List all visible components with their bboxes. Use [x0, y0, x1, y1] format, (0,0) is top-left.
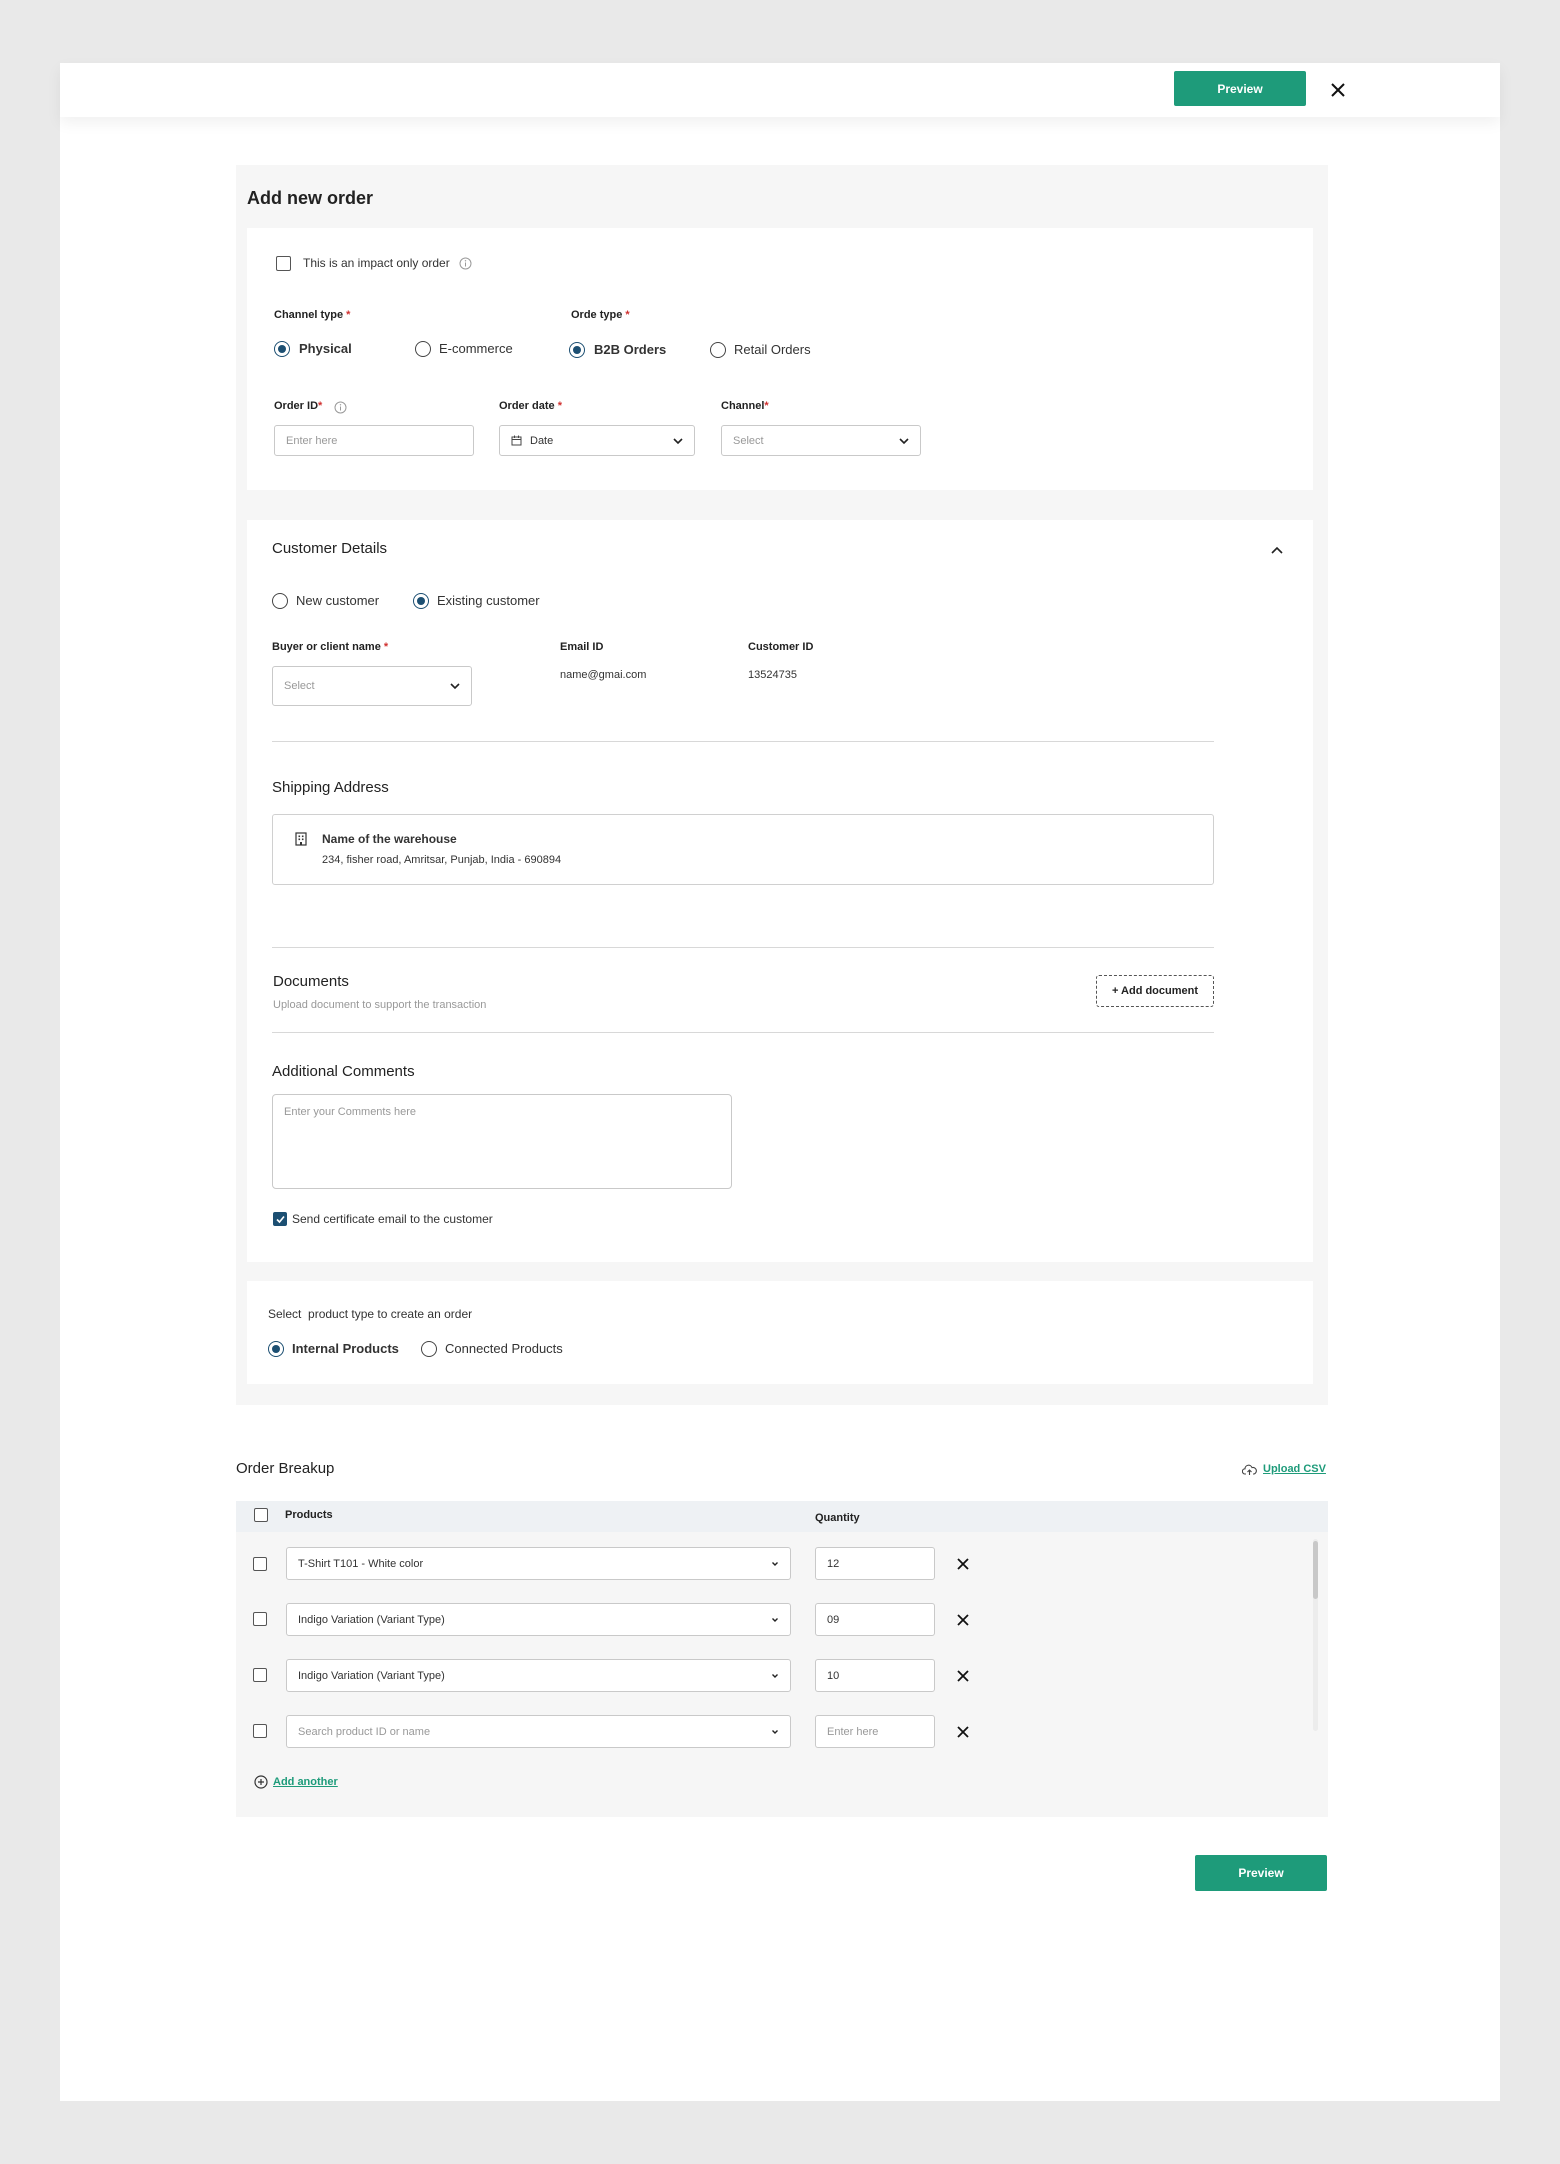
radio-new-customer-label: New customer — [296, 593, 380, 608]
radio-existing-customer-label: Existing customer — [437, 593, 540, 608]
impact-only-checkbox[interactable] — [276, 256, 291, 271]
table-scrollbar-thumb[interactable] — [1313, 1541, 1318, 1599]
col-products: Products — [285, 1509, 333, 1521]
shipping-address-card[interactable] — [272, 814, 1214, 885]
warehouse-name: Name of the warehouse — [322, 832, 457, 846]
remove-row-icon[interactable] — [956, 1669, 970, 1688]
order-date-label: Order date * — [499, 400, 562, 412]
customer-id-value: 13524735 — [748, 669, 797, 681]
radio-ecommerce-label: E-commerce — [439, 341, 513, 356]
order-id-input[interactable]: Enter here — [274, 425, 474, 456]
row-checkbox[interactable] — [253, 1724, 267, 1738]
radio-physical[interactable] — [274, 341, 290, 357]
email-id-label: Email ID — [560, 641, 604, 653]
send-email-label: Send certificate email to the customer — [292, 1212, 493, 1226]
radio-connected-products[interactable] — [421, 1341, 437, 1357]
chevron-down-icon — [770, 1615, 780, 1628]
customer-id-label: Customer ID — [748, 641, 814, 653]
email-id-value: name@gmai.com — [560, 669, 647, 681]
quantity-input[interactable]: Enter here — [815, 1715, 935, 1748]
buyer-select[interactable]: Select — [272, 666, 472, 706]
chevron-down-icon — [449, 680, 461, 695]
radio-retail-orders[interactable] — [710, 342, 726, 358]
divider — [272, 741, 1214, 742]
radio-b2b-orders[interactable] — [569, 342, 585, 358]
upload-csv-link[interactable]: Upload CSV — [1263, 1463, 1326, 1475]
radio-existing-customer[interactable] — [413, 593, 429, 609]
additional-comments-title: Additional Comments — [272, 1063, 415, 1080]
quantity-input[interactable]: 09 — [815, 1603, 935, 1636]
radio-b2b-orders-label: B2B Orders — [594, 342, 667, 357]
remove-row-icon[interactable] — [956, 1557, 970, 1576]
channel-select[interactable]: Select — [721, 425, 921, 456]
top-bar: Preview — [60, 63, 1500, 117]
product-type-prompt: Select product type to create an order — [268, 1307, 473, 1321]
order-type-label: Orde type * — [571, 309, 630, 321]
order-id-label: Order ID* — [274, 400, 323, 412]
send-email-checkbox[interactable] — [273, 1212, 287, 1226]
product-select[interactable]: T-Shirt T101 - White color — [286, 1547, 791, 1580]
row-checkbox[interactable] — [253, 1612, 267, 1626]
customer-details-title: Customer Details — [272, 540, 388, 557]
channel-label: Channel* — [721, 400, 769, 412]
impact-only-label: This is an impact only order — [303, 256, 450, 270]
page-title: Add new order — [247, 188, 374, 208]
chevron-down-icon — [770, 1671, 780, 1684]
row-checkbox[interactable] — [253, 1668, 267, 1682]
warehouse-address: 234, fisher road, Amritsar, Punjab, Indi… — [322, 854, 562, 866]
chevron-down-icon — [770, 1727, 780, 1740]
buyer-label: Buyer or client name * — [272, 641, 389, 653]
chevron-down-icon — [672, 435, 684, 450]
close-icon[interactable] — [1330, 82, 1346, 98]
order-table-header — [236, 1501, 1328, 1532]
col-quantity: Quantity — [815, 1512, 860, 1524]
row-checkbox[interactable] — [253, 1557, 267, 1571]
documents-subtitle: Upload document to support the transacti… — [273, 999, 487, 1011]
quantity-input[interactable]: 12 — [815, 1547, 935, 1580]
remove-row-icon[interactable] — [956, 1725, 970, 1744]
radio-new-customer[interactable] — [272, 593, 288, 609]
comments-textarea[interactable]: Enter your Comments here — [272, 1094, 732, 1189]
product-select[interactable]: Indigo Variation (Variant Type) — [286, 1603, 791, 1636]
calendar-icon — [511, 435, 522, 446]
radio-physical-label: Physical — [299, 341, 352, 356]
product-type-card — [247, 1281, 1313, 1384]
divider — [272, 947, 1214, 948]
info-icon — [459, 257, 472, 275]
radio-retail-orders-label: Retail Orders — [734, 342, 811, 357]
radio-connected-products-label: Connected Products — [445, 1341, 563, 1356]
documents-title: Documents — [273, 973, 349, 990]
channel-type-label: Channel type * — [274, 309, 351, 321]
order-date-picker[interactable]: Date — [499, 425, 695, 456]
select-all-checkbox[interactable] — [254, 1508, 268, 1522]
preview-button-bottom[interactable]: Preview — [1195, 1855, 1327, 1891]
radio-internal-products[interactable] — [268, 1341, 284, 1357]
product-search-select[interactable]: Search product ID or name — [286, 1715, 791, 1748]
preview-button-top[interactable]: Preview — [1174, 71, 1306, 106]
product-select[interactable]: Indigo Variation (Variant Type) — [286, 1659, 791, 1692]
order-breakup-title: Order Breakup — [236, 1460, 335, 1477]
quantity-input[interactable]: 10 — [815, 1659, 935, 1692]
chevron-up-icon[interactable] — [1270, 543, 1284, 562]
add-circle-icon[interactable] — [254, 1775, 268, 1794]
chevron-down-icon — [898, 435, 910, 450]
radio-ecommerce[interactable] — [415, 341, 431, 357]
remove-row-icon[interactable] — [956, 1613, 970, 1632]
order-id-info-icon — [334, 401, 347, 419]
chevron-down-icon — [770, 1559, 780, 1572]
add-document-button[interactable]: + Add document — [1096, 975, 1214, 1007]
add-another-link[interactable]: Add another — [273, 1776, 338, 1788]
radio-internal-products-label: Internal Products — [292, 1341, 399, 1356]
building-icon — [295, 832, 307, 851]
shipping-address-title: Shipping Address — [272, 779, 389, 796]
upload-cloud-icon[interactable] — [1241, 1463, 1257, 1481]
divider — [272, 1032, 1214, 1033]
